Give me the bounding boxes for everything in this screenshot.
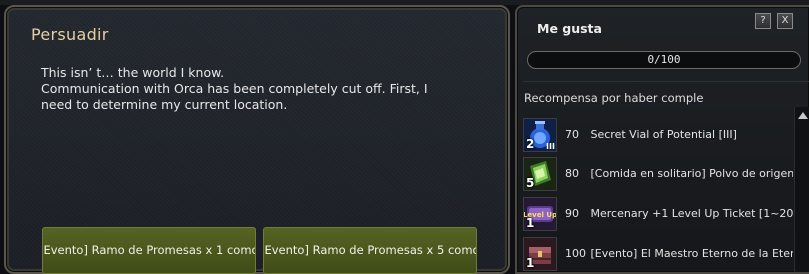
dialog-title: Persuadir [31,25,109,44]
option-button-1[interactable]: [Evento] Ramo de Promesas x 1 como [42,227,256,274]
option-button-label: [Evento] Ramo de Promesas x 1 como [42,243,256,257]
dialog-text: This isn’ t… the world I know. Communica… [41,65,501,113]
reward-row[interactable]: 5 80 [Comida en solitario] Polvo de orig… [521,155,793,195]
option-button-2[interactable]: [Evento] Ramo de Promesas x 5 como [263,227,477,274]
reward-name: [Comida en solitario] Polvo de origen [590,167,794,180]
reward-text: 70 Secret Vial of Potential [III] [565,128,737,141]
progress-text: 0/100 [647,53,681,66]
level-up-ticket-icon: Level Up 1 [523,197,557,231]
quest-title: Me gusta [537,21,602,36]
dialog-window: Persuadir This isn’ t… the world I know.… [4,5,510,274]
reward-count: 100 [565,247,586,260]
help-button[interactable]: ? [755,13,771,29]
reward-name: Secret Vial of Potential [III] [590,128,737,141]
reward-text: 80 [Comida en solitario] Polvo de origen [565,167,793,180]
reward-name: [Evento] El Maestro Eterno de la Eternid… [590,247,794,260]
potion-icon: III 2 [523,118,557,152]
reward-text: 90 Mercenary +1 Level Up Ticket [1~200] [565,207,793,220]
reward-row[interactable]: 1 100 [Evento] El Maestro Eterno de la E… [521,235,793,272]
reward-text: 100 [Evento] El Maestro Eterno de la Ete… [565,247,793,260]
divider [523,81,809,82]
reward-header: Recompensa por haber comple [524,91,704,105]
dialog-line: Communication with Orca has been complet… [41,81,428,96]
reward-quantity: 2 [526,137,535,151]
scroll-up-arrow-icon[interactable] [798,112,808,119]
close-button[interactable]: X [777,13,793,29]
powder-pack-icon: 5 [523,157,557,191]
quest-progress-bar: 0/100 [527,51,801,69]
reward-count: 90 [565,207,579,220]
reward-quantity: 1 [526,256,535,270]
reward-row[interactable]: Level Up 1 90 Mercenary +1 Level Up Tick… [521,195,793,235]
reward-row[interactable]: III 2 70 Secret Vial of Potential [III] [521,116,793,156]
dialog-line: need to determine my current location. [41,97,288,112]
reward-count: 70 [565,128,579,141]
reward-count: 80 [565,167,579,180]
treasure-chest-icon: 1 [523,237,557,271]
svg-text:III: III [546,142,555,151]
dialog-line: This isn’ t… the world I know. [41,65,225,80]
reward-quantity: 1 [526,216,535,230]
option-button-label: [Evento] Ramo de Promesas x 5 como [263,243,477,257]
reward-name: Mercenary +1 Level Up Ticket [1~200] [590,207,794,220]
reward-scrollbar[interactable] [794,107,809,272]
quest-window: Me gusta ? X 0/100 Recompensa por haber … [515,5,809,274]
reward-quantity: 5 [526,176,535,190]
